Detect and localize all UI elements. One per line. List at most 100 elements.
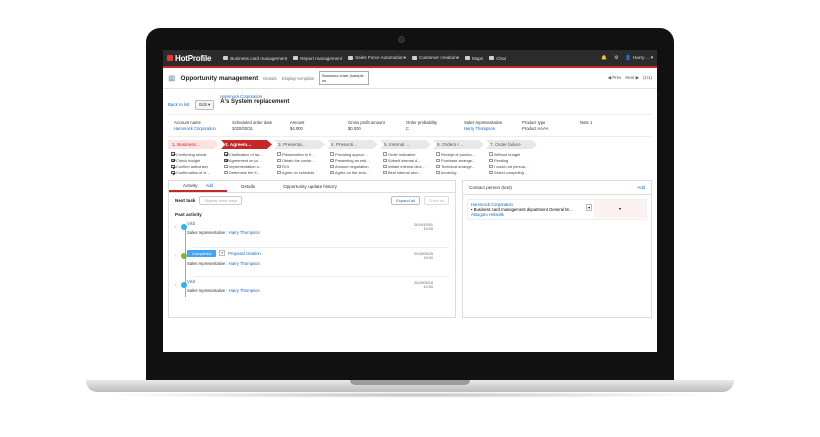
activity-type[interactable]: Visit — [187, 221, 195, 226]
activity-type[interactable]: Proposal creation — [228, 251, 261, 256]
checkbox[interactable] — [277, 152, 281, 156]
activity-date: 2019/09/25 10:00 — [413, 251, 433, 260]
gear-icon[interactable]: ⚙ — [614, 56, 618, 61]
checkbox[interactable] — [436, 152, 440, 156]
step-2[interactable]: 2. Agreem… — [221, 140, 272, 149]
checklist-item[interactable]: Confirmation of vi… — [171, 170, 222, 176]
nav-sfa[interactable]: Sales Force Automation▾ — [348, 55, 406, 61]
checkbox[interactable] — [171, 164, 175, 169]
checkbox[interactable] — [330, 152, 334, 156]
checkbox[interactable] — [224, 164, 228, 169]
nav-report[interactable]: Report management — [293, 56, 342, 61]
step-checklist: Presentation to fl… Obtain the conse… ROI A… — [277, 151, 328, 176]
checkbox[interactable] — [489, 170, 493, 175]
checklist-item[interactable]: Determine the fl… — [224, 170, 275, 176]
summary-fields: Account name Hammock Corporation Schedule… — [168, 114, 652, 137]
rep-name[interactable]: Harry Thompson — [229, 288, 260, 293]
activity-item[interactable]: › Visit Sales representative : Harry Tho… — [175, 221, 455, 247]
step-4[interactable]: 4. Presenti… — [327, 140, 378, 149]
checklist-label: Presentation to fl… — [282, 151, 316, 157]
checkbox[interactable] — [171, 170, 175, 175]
display-more-days-button[interactable]: Display more days — [199, 195, 243, 205]
activity-date: 2019/10/01 10:00 — [413, 222, 433, 231]
show-all-button[interactable]: Show all — [423, 195, 449, 205]
checkbox[interactable] — [489, 152, 493, 156]
rep-name[interactable]: Harry Thompson — [229, 230, 260, 235]
checklist-label: Receipt of purcha… — [441, 151, 476, 157]
checkbox[interactable] — [277, 158, 281, 163]
checkbox[interactable] — [436, 158, 440, 163]
tab-activity[interactable]: Activity Add — [169, 180, 228, 193]
logo[interactable]: HotProfile — [167, 54, 211, 63]
step-5[interactable]: 5. Internal … — [380, 140, 431, 149]
opportunity-title: A's System replacement — [220, 99, 290, 105]
bell-icon[interactable]: 🔔 — [601, 56, 607, 61]
tab-history[interactable]: Opportunity update history — [269, 180, 351, 192]
field-note1: Note 1 — [580, 120, 593, 125]
record-count: (1/1) — [642, 75, 652, 80]
laptop-notch — [350, 380, 470, 385]
checkbox[interactable] — [330, 170, 334, 175]
step-7[interactable]: 7. Order failure — [486, 140, 537, 149]
step-3[interactable]: 3. Presenta… — [274, 140, 325, 149]
nav-customer[interactable]: Customer creation▾ — [412, 55, 459, 61]
checkbox[interactable] — [383, 170, 387, 175]
status-badge[interactable]: Completed — [187, 249, 217, 257]
checkbox[interactable] — [277, 164, 281, 169]
checklist-item[interactable]: Agree on the amo… — [330, 170, 381, 176]
add-contact-link[interactable]: Add — [638, 185, 645, 190]
contact-dropdown[interactable]: ▾ — [594, 199, 646, 218]
rep-label: Sales representative : — [187, 260, 229, 266]
checklist-label: Confirm authorizer — [176, 163, 209, 169]
checkbox[interactable] — [489, 164, 493, 169]
checkbox[interactable] — [171, 152, 175, 156]
checkbox[interactable] — [383, 152, 387, 156]
chevron-down-icon[interactable]: ▾ — [586, 203, 592, 211]
chevron-right-icon[interactable]: › — [175, 224, 176, 229]
checkbox[interactable] — [277, 170, 281, 175]
nav-chat[interactable]: Chat — [489, 56, 506, 61]
chevron-right-icon[interactable]: › — [175, 253, 176, 258]
expand-all-button[interactable]: Expand all — [391, 195, 420, 205]
rep-name[interactable]: Harry Thompson — [229, 261, 260, 266]
template-select[interactable]: Business chart (sample se — [319, 71, 370, 85]
activity-item[interactable]: › Visit Sales representative : Harry Tho… — [175, 279, 455, 305]
checkbox[interactable] — [383, 164, 387, 169]
nav-business-card[interactable]: Business card management — [223, 56, 287, 61]
activity-item[interactable]: › Completed ▾ Proposal creation Sales repr… — [175, 249, 455, 276]
activity-type[interactable]: Visit — [187, 279, 195, 284]
tab-details[interactable]: Details — [227, 180, 269, 192]
chevron-down-icon[interactable]: ▾ — [219, 250, 226, 257]
next-link[interactable]: Next ▶ — [625, 75, 639, 81]
chevron-right-icon[interactable]: › — [175, 282, 176, 287]
template-label: Display template — [281, 75, 315, 81]
checklist-label: Purchase arrange… — [441, 157, 476, 163]
checklist-item[interactable]: Bind internal deci… — [383, 170, 434, 176]
step-1[interactable]: 1. Business… — [168, 140, 219, 149]
back-to-list-link[interactable]: Back to list — [168, 102, 189, 107]
add-activity-link[interactable]: Add — [206, 183, 213, 188]
field-product-type: Product type Product AAAA — [522, 120, 549, 131]
step-6[interactable]: 6. Orders r… — [433, 140, 484, 149]
nav-maps[interactable]: Maps — [465, 56, 483, 61]
edit-button[interactable]: Edit ▾ — [195, 100, 215, 110]
step-checklist: Confirming needs Check budget Confirm auth… — [171, 151, 222, 176]
checkbox[interactable] — [383, 158, 387, 163]
checkbox[interactable] — [436, 164, 440, 169]
checkbox[interactable] — [224, 152, 228, 156]
checkbox[interactable] — [489, 158, 493, 163]
webcam-icon — [398, 36, 405, 43]
checkbox[interactable] — [224, 158, 228, 163]
map-icon — [465, 56, 470, 60]
checklist-item[interactable]: Invoicing — [436, 170, 487, 176]
user-menu[interactable]: 👤 Harry… ▾ — [625, 56, 653, 61]
checklist-item[interactable]: Select competing … — [489, 170, 540, 176]
prev-link[interactable]: ◀ Prev — [608, 75, 622, 81]
checkbox[interactable] — [171, 158, 175, 163]
contact-person[interactable]: Atsuguro Hotsolle — [471, 212, 591, 217]
checkbox[interactable] — [330, 158, 334, 163]
checkbox[interactable] — [330, 164, 334, 169]
checkbox[interactable] — [436, 170, 440, 175]
checklist-item[interactable]: Agree on schedule — [277, 170, 328, 176]
checkbox[interactable] — [224, 170, 228, 175]
